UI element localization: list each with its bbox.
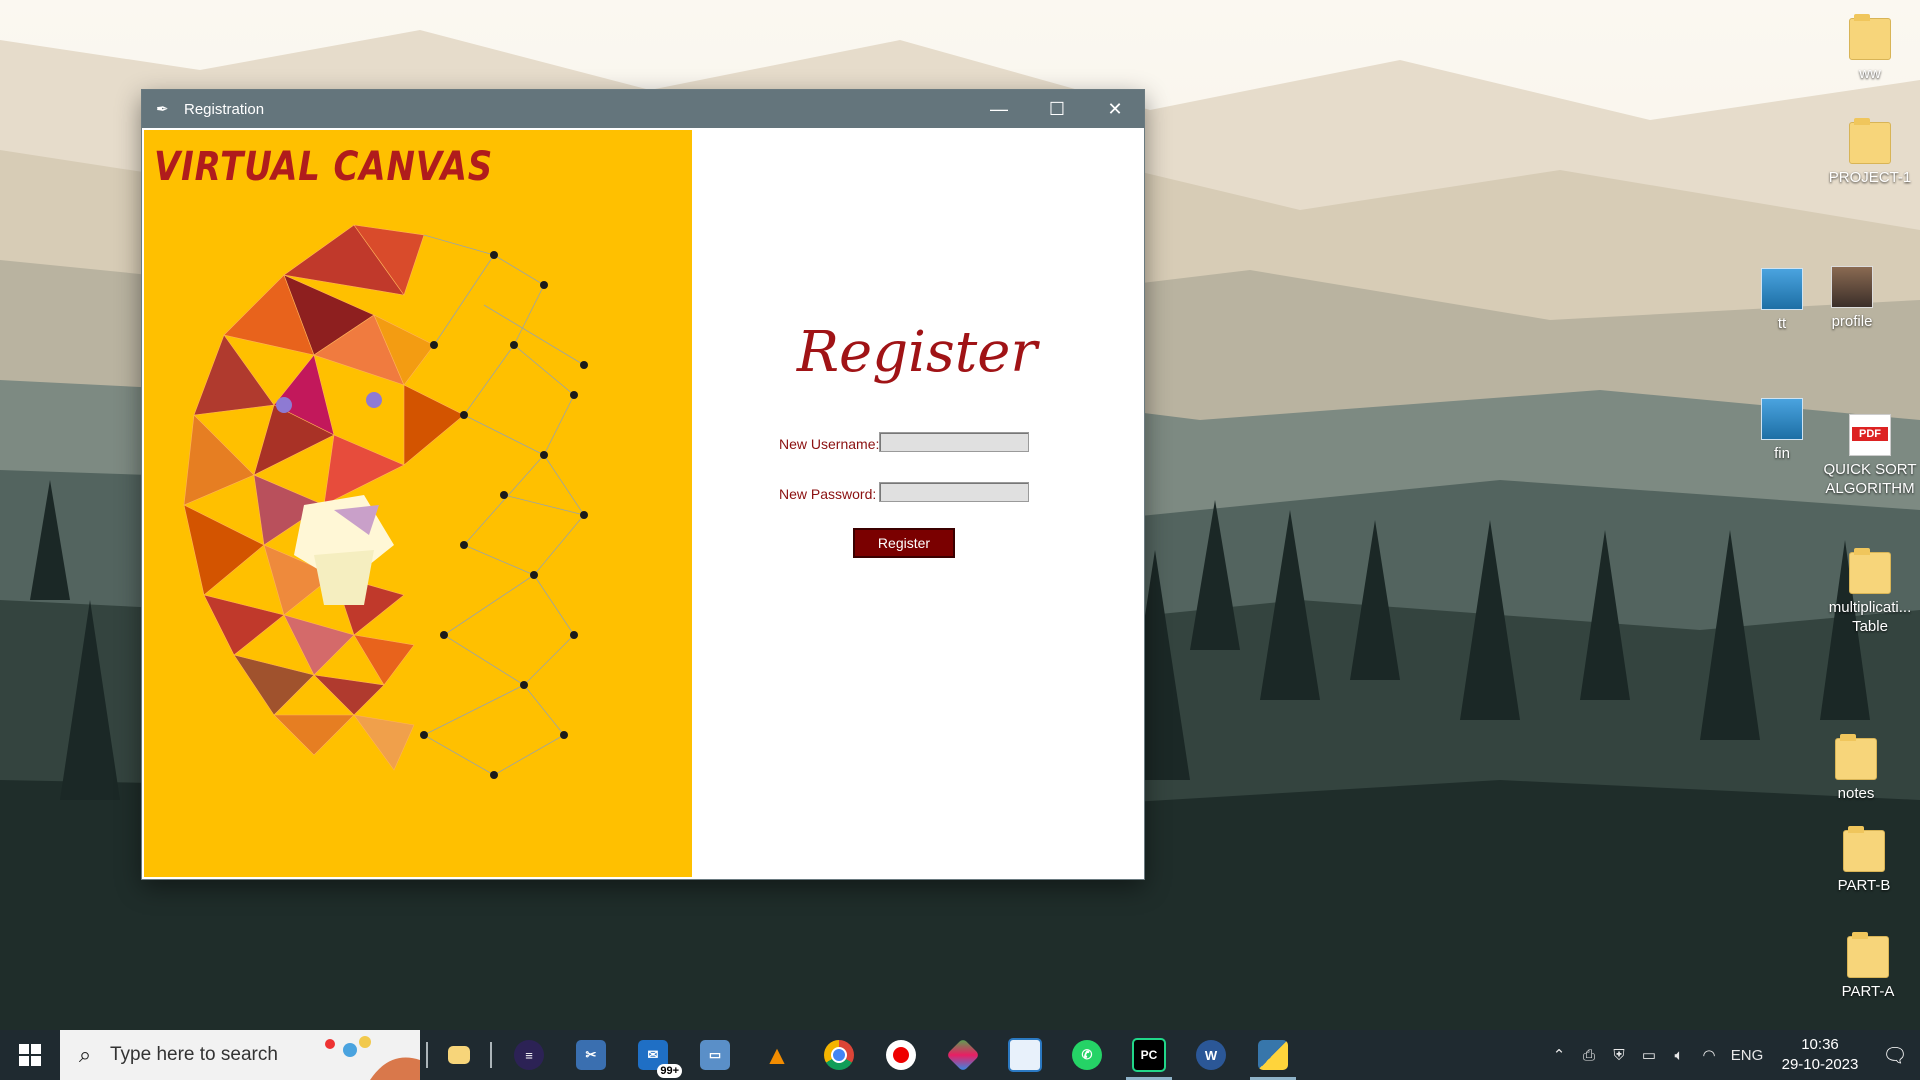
- window-content: VIRTUAL CANVAS Register New Username: Ne…: [144, 130, 1142, 877]
- taskbar-app-vlc[interactable]: ▲: [746, 1030, 808, 1080]
- notepad-icon: [1008, 1038, 1042, 1072]
- register-form-panel: Register New Username: New Password: Reg…: [692, 130, 1142, 877]
- taskbar-app-word[interactable]: W: [1180, 1030, 1242, 1080]
- taskbar-app-snipping[interactable]: ✂: [560, 1030, 622, 1080]
- pdf-file-icon: PDF: [1849, 414, 1891, 456]
- taskbar: ⌕ Type here to search ≡ ✂ ✉ 99+ ▭ ▲ ✆ PC …: [0, 1030, 1920, 1080]
- desktop-icon-multiplication-table[interactable]: multiplicati... Table: [1822, 548, 1918, 636]
- desktop-icon-label: profile: [1831, 313, 1873, 330]
- vlc-icon: ▲: [764, 1039, 790, 1070]
- taskbar-app-laptop[interactable]: ▭: [684, 1030, 746, 1080]
- maximize-icon: ☐: [1048, 98, 1066, 119]
- username-label: New Username:: [779, 436, 880, 452]
- pycharm-icon: PC: [1132, 1038, 1166, 1072]
- desktop-icon-ww[interactable]: ww: [1822, 14, 1918, 83]
- password-input[interactable]: [879, 482, 1029, 502]
- taskbar-separator: [426, 1042, 428, 1068]
- language-indicator[interactable]: ENG: [1724, 1047, 1770, 1064]
- system-tray: ⌃ ⎙ ⛨ ▭ 🔈︎ ◠ ENG 10:36 29-10-2023 🗨︎: [1544, 1030, 1920, 1080]
- folder-icon: [1835, 734, 1877, 780]
- lion-illustration: [183, 224, 588, 779]
- desktop-icon-label: QUICK SORT ALGORITHM: [1823, 461, 1917, 497]
- desktop-icon-label: multiplicati... Table: [1828, 599, 1912, 635]
- start-button[interactable]: [0, 1030, 60, 1080]
- volume-icon[interactable]: 🔈︎: [1664, 1047, 1694, 1064]
- python-icon: [1258, 1040, 1288, 1070]
- close-button[interactable]: ✕: [1086, 90, 1144, 128]
- desktop-icon-label: notes: [1837, 785, 1875, 802]
- notification-icon[interactable]: 🗨︎: [1870, 1043, 1920, 1068]
- minimize-button[interactable]: —: [970, 90, 1028, 128]
- taskbar-app-chrome[interactable]: [808, 1030, 870, 1080]
- register-button[interactable]: Register: [853, 528, 955, 558]
- taskbar-app-pycharm[interactable]: PC: [1118, 1030, 1180, 1080]
- desktop-icon-profile[interactable]: profile: [1804, 266, 1900, 331]
- desktop-icon-part-a[interactable]: PART-A: [1820, 932, 1916, 1001]
- taskbar-separator: [490, 1042, 492, 1068]
- snipping-tool-icon: ✂: [576, 1040, 606, 1070]
- taskbar-app-eclipse[interactable]: ≡: [498, 1030, 560, 1080]
- image-file-icon: [1761, 268, 1803, 310]
- password-label: New Password:: [779, 486, 877, 502]
- registration-window: ✒ Registration — ☐ ✕ VIRTUAL CANVAS Regi…: [142, 90, 1144, 879]
- folder-icon: [1847, 932, 1889, 978]
- taskbar-app-python[interactable]: [1242, 1030, 1304, 1080]
- whatsapp-icon: ✆: [1072, 1040, 1102, 1070]
- taskbar-app-whatsapp[interactable]: ✆: [1056, 1030, 1118, 1080]
- desktop-icon-project-1[interactable]: PROJECT-1: [1822, 118, 1918, 187]
- register-heading: Register: [796, 320, 1038, 385]
- search-placeholder: Type here to search: [110, 1044, 278, 1065]
- desktop-icon-part-b[interactable]: PART-B: [1816, 826, 1912, 895]
- clock-time: 10:36: [1801, 1036, 1839, 1053]
- security-icon[interactable]: ⛨: [1604, 1047, 1634, 1064]
- desktop-icon-fin[interactable]: fin: [1734, 398, 1830, 463]
- chrome-icon: [824, 1040, 854, 1070]
- taskbar-app-recorder[interactable]: [870, 1030, 932, 1080]
- desktop-icon-label: ww: [1859, 65, 1881, 82]
- desktop-icon-label: PROJECT-1: [1828, 169, 1912, 186]
- brand-title: VIRTUAL CANVAS: [154, 144, 494, 190]
- minimize-icon: —: [990, 98, 1008, 119]
- desktop-icon-notes[interactable]: notes: [1808, 734, 1904, 803]
- file-explorer-button[interactable]: [434, 1030, 484, 1080]
- desktop-icon-quick-sort[interactable]: PDF QUICK SORT ALGORITHM: [1822, 414, 1918, 498]
- taskbar-app-mail[interactable]: ✉ 99+: [622, 1030, 684, 1080]
- desktop-icon-label: PART-B: [1837, 877, 1891, 894]
- feather-icon: ✒: [156, 101, 169, 118]
- laptop-icon: ▭: [700, 1040, 730, 1070]
- folder-icon: [1849, 548, 1891, 594]
- maximize-button[interactable]: ☐: [1028, 90, 1086, 128]
- photo-file-icon: [1831, 266, 1873, 308]
- folder-icon: [1843, 826, 1885, 872]
- record-icon: [886, 1040, 916, 1070]
- clock[interactable]: 10:36 29-10-2023: [1770, 1035, 1870, 1075]
- username-input[interactable]: [879, 432, 1029, 452]
- meet-now-icon[interactable]: ⎙: [1574, 1047, 1604, 1064]
- taskbar-search[interactable]: ⌕ Type here to search: [60, 1030, 420, 1080]
- mail-icon: ✉ 99+: [638, 1040, 682, 1078]
- clock-date: 29-10-2023: [1781, 1056, 1859, 1073]
- wifi-icon[interactable]: ◠: [1694, 1046, 1724, 1064]
- image-file-icon: [1761, 398, 1803, 440]
- search-highlight-illustration: [325, 1036, 420, 1080]
- folder-icon: [1849, 118, 1891, 164]
- close-icon: ✕: [1107, 98, 1123, 119]
- chevron-up-icon[interactable]: ⌃: [1544, 1046, 1574, 1064]
- folder-icon: [1849, 14, 1891, 60]
- taskbar-app-git[interactable]: [932, 1030, 994, 1080]
- search-icon: ⌕: [78, 1042, 92, 1067]
- folder-icon: [448, 1046, 470, 1064]
- git-icon: [946, 1038, 980, 1072]
- battery-icon[interactable]: ▭: [1634, 1046, 1664, 1064]
- brand-panel: VIRTUAL CANVAS: [144, 130, 692, 877]
- window-titlebar[interactable]: ✒ Registration — ☐ ✕: [142, 90, 1144, 128]
- window-title: Registration: [184, 100, 265, 118]
- word-icon: W: [1196, 1040, 1226, 1070]
- desktop-icon-label: fin: [1774, 445, 1790, 462]
- taskbar-app-notepad[interactable]: [994, 1030, 1056, 1080]
- eclipse-icon: ≡: [514, 1040, 544, 1070]
- desktop-icon-label: PART-A: [1841, 983, 1895, 1000]
- mail-badge: 99+: [657, 1064, 682, 1078]
- windows-logo-icon: [19, 1044, 41, 1066]
